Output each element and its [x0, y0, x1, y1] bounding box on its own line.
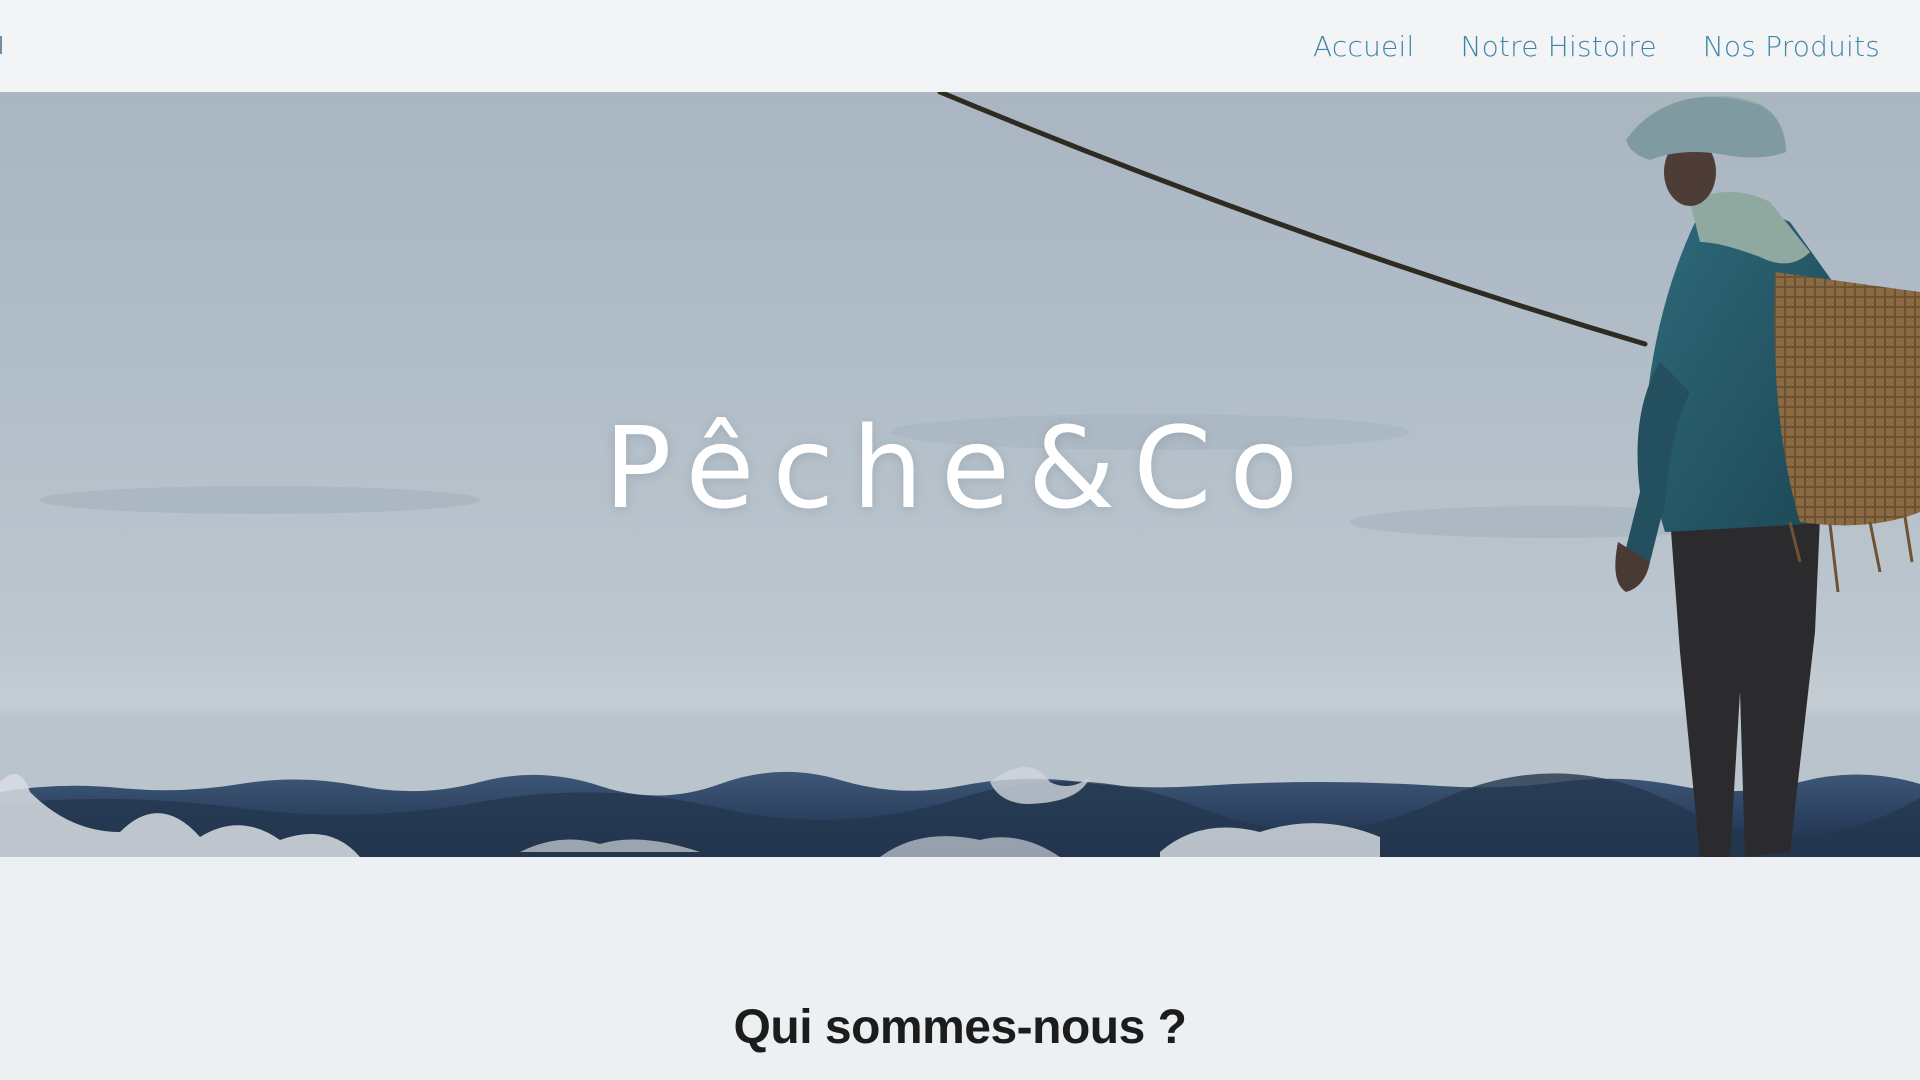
- logo-edge-fragment: [0, 36, 2, 54]
- about-heading: Qui sommes-nous ?: [733, 1001, 1187, 1054]
- nav-link-notre-histoire[interactable]: Notre Histoire: [1460, 30, 1656, 63]
- nav-link-accueil[interactable]: Accueil: [1313, 30, 1414, 63]
- nav-link-nos-produits[interactable]: Nos Produits: [1703, 30, 1880, 63]
- hero-banner: Pêche&Co: [0, 92, 1920, 857]
- top-navbar: Accueil Notre Histoire Nos Produits: [0, 0, 1920, 92]
- about-section: Qui sommes-nous ?: [0, 857, 1920, 1080]
- hero-title: Pêche&Co: [604, 404, 1316, 534]
- main-nav: Accueil Notre Histoire Nos Produits: [1313, 30, 1880, 63]
- page: Accueil Notre Histoire Nos Produits Pêch…: [0, 0, 1920, 1080]
